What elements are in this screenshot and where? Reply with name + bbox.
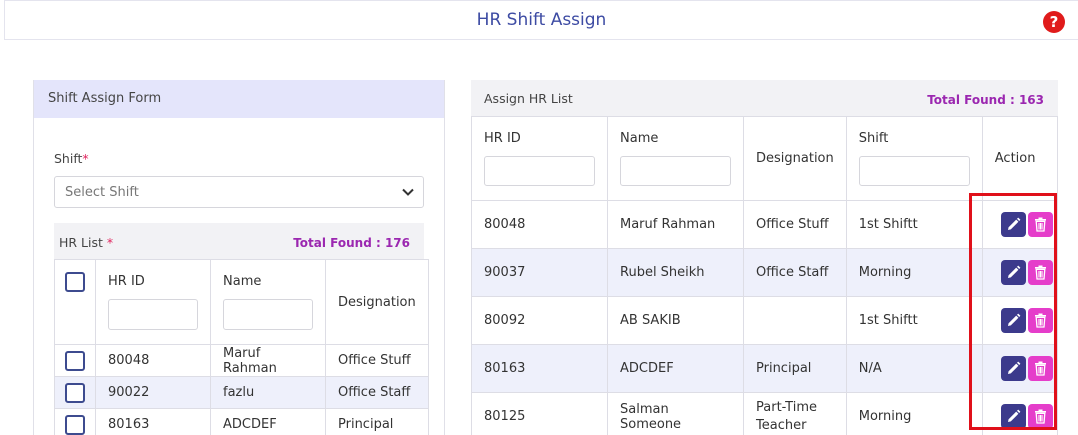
row-checkbox[interactable] <box>65 414 85 435</box>
designation-cell: Office Stuff <box>743 200 847 249</box>
designation-cell: Office Stuff <box>325 344 429 377</box>
col-hr-id-label: HR ID <box>484 131 521 146</box>
shift-cell: Morning <box>845 392 983 435</box>
name-cell: AB SAKIB <box>607 296 744 345</box>
col-name: Name <box>607 116 744 201</box>
shift-select-value: Select Shift <box>65 185 139 200</box>
select-all-cell <box>54 259 96 345</box>
designation-cell: Principal <box>743 344 847 393</box>
name-cell: Maruf Rahman <box>607 200 744 249</box>
table-row: 80048 Maruf Rahman Office Stuff <box>54 344 429 377</box>
hr-id-cell: 80092 <box>471 296 608 345</box>
shift-select[interactable]: Select Shift <box>54 176 424 208</box>
name-cell: Rubel Sheikh <box>607 248 744 297</box>
table-row: 90022 fazlu Office Staff <box>54 376 429 409</box>
shift-cell: 1st Shiftt <box>845 200 983 249</box>
name-cell: ADCDEF <box>607 344 744 393</box>
col-hr-id: HR ID <box>471 116 608 201</box>
hr-list: HR List * Total Found : 176 HR ID Name D… <box>54 223 429 435</box>
designation-cell: Office Staff <box>743 248 847 297</box>
designation-cell <box>743 296 847 345</box>
hr-id-cell: 80125 <box>471 392 608 435</box>
designation-cell: Office Staff <box>325 376 429 409</box>
shift-cell: Morning <box>845 248 983 297</box>
name-cell: ADCDEF <box>210 408 326 435</box>
col-shift-label: Shift <box>858 131 889 146</box>
col-shift: Shift <box>845 116 983 201</box>
hr-id-cell: 90022 <box>95 376 211 409</box>
name-cell: Salman Someone <box>607 392 744 435</box>
help-circle-icon[interactable]: ? <box>1043 11 1065 33</box>
table-row: 80163 ADCDEF Principal <box>54 408 429 435</box>
col-name: Name <box>210 259 326 345</box>
shift-cell: N/A <box>845 344 983 393</box>
hr-id-cell: 80163 <box>95 408 211 435</box>
designation-cell: Part-Time Teacher <box>743 392 847 435</box>
col-hr-id-label: HR ID <box>108 274 145 289</box>
assign-list-total: Total Found : 163 <box>927 93 1044 107</box>
col-action: Action <box>981 116 1059 201</box>
select-all-checkbox[interactable] <box>65 272 85 292</box>
name-cell: fazlu <box>210 376 326 409</box>
assign-list-title: Assign HR List <box>484 91 573 106</box>
hr-id-filter-input[interactable] <box>484 156 595 186</box>
page-header: HR Shift Assign ? <box>4 0 1078 40</box>
col-name-label: Name <box>223 274 262 289</box>
hr-id-filter-input[interactable] <box>108 299 198 330</box>
row-checkbox[interactable] <box>65 382 85 403</box>
row-checkbox[interactable] <box>65 350 85 371</box>
shift-label: Shift* <box>54 151 89 166</box>
name-filter-input[interactable] <box>223 299 313 330</box>
action-highlight-box <box>969 193 1057 430</box>
hr-id-cell: 90037 <box>471 248 608 297</box>
row-select-cell <box>54 344 96 377</box>
row-select-cell <box>54 408 96 435</box>
col-designation: Designation <box>743 116 847 201</box>
assign-list-header: Assign HR List Total Found : 163 <box>471 80 1058 116</box>
chevron-down-icon <box>402 188 414 196</box>
designation-cell: Principal <box>325 408 429 435</box>
hr-list-total: Total Found : 176 <box>293 236 410 250</box>
hr-list-header-row: HR ID Name Designation <box>54 259 429 345</box>
hr-list-table: HR ID Name Designation 80048 Maruf Rahma… <box>54 259 429 435</box>
name-filter-input[interactable] <box>620 156 731 186</box>
hr-list-title: HR List * <box>59 235 114 250</box>
form-title: Shift Assign Form <box>34 80 444 118</box>
name-cell: Maruf Rahman <box>210 344 326 377</box>
hr-id-cell: 80048 <box>471 200 608 249</box>
shift-cell: 1st Shiftt <box>845 296 983 345</box>
col-hr-id: HR ID <box>95 259 211 345</box>
hr-id-cell: 80048 <box>95 344 211 377</box>
hr-id-cell: 80163 <box>471 344 608 393</box>
col-name-label: Name <box>620 131 659 146</box>
col-designation: Designation <box>325 259 429 345</box>
assign-list-header-row: HR ID Name Designation Shift Action <box>471 116 1059 201</box>
shift-filter-input[interactable] <box>858 156 970 186</box>
row-select-cell <box>54 376 96 409</box>
page-title: HR Shift Assign <box>476 10 607 30</box>
shift-assign-form: Shift Assign Form Shift* Select Shift HR… <box>33 80 445 435</box>
